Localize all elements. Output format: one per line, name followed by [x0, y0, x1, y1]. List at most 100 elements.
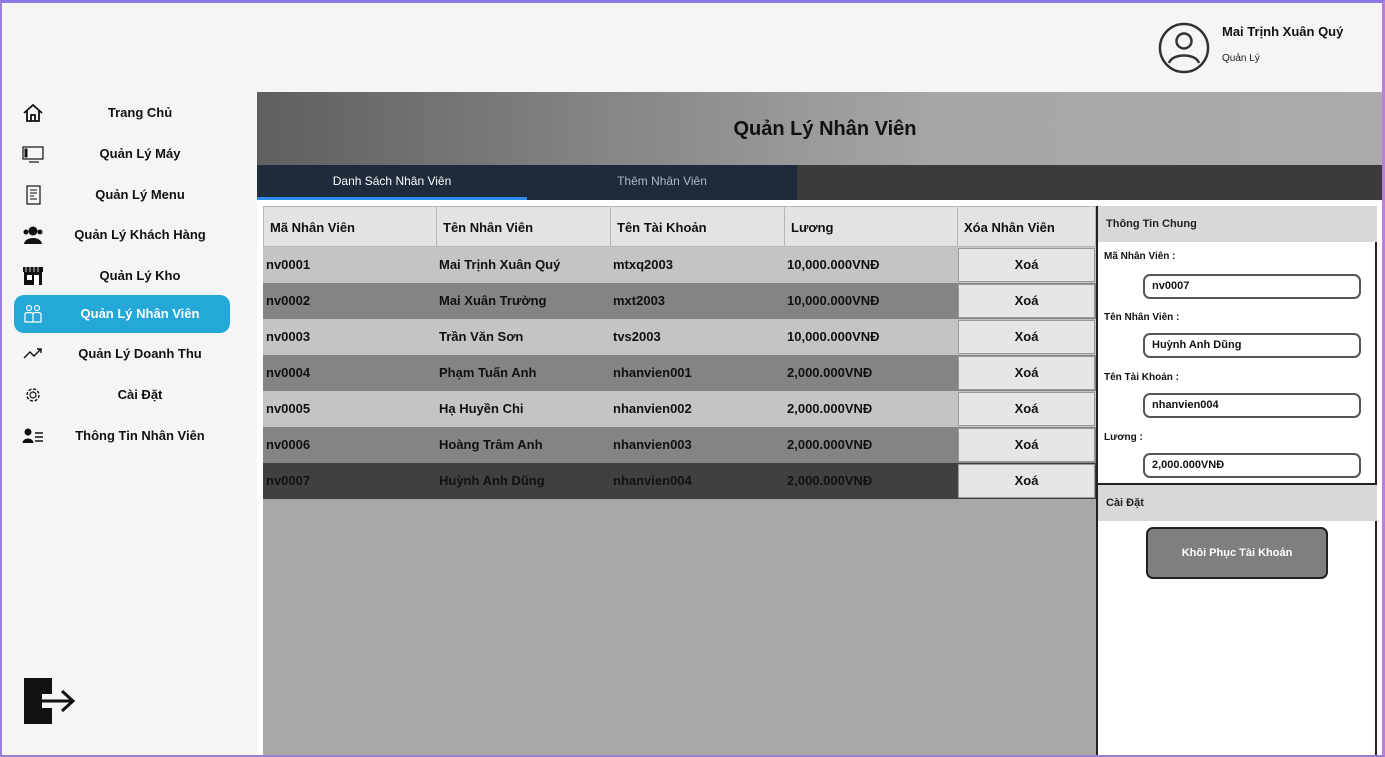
computer-icon — [22, 146, 44, 163]
sidebar-item-machines[interactable]: Quản Lý Máy — [14, 135, 230, 173]
main-content: Quản Lý Nhân Viên Danh Sách Nhân Viên Th… — [257, 92, 1383, 757]
sidebar-item-label: Quản Lý Kho — [99, 268, 181, 283]
delete-button[interactable]: Xoá — [958, 284, 1095, 318]
settings-header: Cài Đặt — [1098, 485, 1377, 521]
store-icon — [23, 267, 43, 285]
cell-account: nhanvien004 — [613, 473, 692, 488]
cell-name: Hạ Huyền Chi — [439, 401, 524, 416]
cell-id: nv0003 — [266, 329, 311, 344]
table-row[interactable]: nv0001 Mai Trịnh Xuân Quý mtxq2003 10,00… — [263, 247, 1096, 283]
cell-name: Mai Xuân Trường — [439, 293, 547, 308]
employee-name-field[interactable]: Huỳnh Anh Dũng — [1143, 333, 1361, 358]
cell-salary: 2,000.000VNĐ — [787, 401, 873, 416]
field-label-account: Tên Tài Khoản : — [1104, 372, 1179, 383]
cell-account: mtxq2003 — [613, 257, 673, 272]
field-label-id: Mã Nhân Viên : — [1104, 251, 1176, 262]
field-label-name: Tên Nhân Viên : — [1104, 312, 1180, 323]
general-info-header: Thông Tin Chung — [1098, 206, 1377, 242]
tab-employee-list[interactable]: Danh Sách Nhân Viên — [257, 165, 527, 200]
sidebar-item-settings[interactable]: Cài Đặt — [14, 376, 230, 414]
sidebar-item-label: Thông Tin Nhân Viên — [75, 428, 205, 443]
table-row[interactable]: nv0002 Mai Xuân Trường mxt2003 10,000.00… — [263, 283, 1096, 319]
cell-salary: 2,000.000VNĐ — [787, 365, 873, 380]
sidebar-item-home[interactable]: Trang Chủ — [14, 94, 230, 132]
cell-name: Hoàng Trâm Anh — [439, 437, 543, 452]
cell-name: Huỳnh Anh Dũng — [439, 473, 545, 488]
column-header[interactable]: Tên Nhân Viên — [437, 207, 611, 248]
cell-id: nv0007 — [266, 473, 311, 488]
cell-id: nv0002 — [266, 293, 311, 308]
user-name: Mai Trịnh Xuân Quý — [1222, 24, 1344, 39]
cell-account: nhanvien002 — [613, 401, 692, 416]
cell-salary: 10,000.000VNĐ — [787, 329, 880, 344]
cell-salary: 2,000.000VNĐ — [787, 473, 873, 488]
info-panel: Thông Tin Chung Mã Nhân Viên : nv0007 Tê… — [1096, 206, 1377, 757]
sidebar-item-label: Trang Chủ — [107, 105, 173, 120]
sidebar-item-revenue[interactable]: Quản Lý Doanh Thu — [14, 335, 230, 373]
cell-account: nhanvien003 — [613, 437, 692, 452]
employee-table: Mã Nhân Viên Tên Nhân Viên Tên Tài Khoản… — [263, 206, 1096, 757]
table-row[interactable]: nv0005 Hạ Huyền Chi nhanvien002 2,000.00… — [263, 391, 1096, 427]
sidebar-item-label: Quản Lý Menu — [95, 187, 185, 202]
salary-field[interactable]: 2,000.000VNĐ — [1143, 453, 1361, 478]
employees-icon — [24, 304, 42, 323]
sidebar-item-label: Quản Lý Doanh Thu — [78, 346, 202, 361]
sidebar-item-label: Cài Đặt — [117, 387, 163, 402]
cell-account: nhanvien001 — [613, 365, 692, 380]
page-title: Quản Lý Nhân Viên — [733, 118, 917, 140]
cell-id: nv0004 — [266, 365, 311, 380]
cell-name: Trần Văn Sơn — [439, 329, 524, 344]
delete-button[interactable]: Xoá — [958, 356, 1095, 390]
cell-account: mxt2003 — [613, 293, 666, 308]
delete-button[interactable]: Xoá — [958, 320, 1095, 354]
employee-id-field[interactable]: nv0007 — [1143, 274, 1361, 299]
table-row[interactable]: nv0003 Trần Văn Sơn tvs2003 10,000.000VN… — [263, 319, 1096, 355]
column-header[interactable]: Mã Nhân Viên — [264, 207, 437, 248]
logout-icon[interactable] — [22, 676, 78, 726]
customers-icon — [23, 226, 43, 244]
user-circle-icon — [1158, 22, 1210, 74]
cell-account: tvs2003 — [613, 329, 661, 344]
cell-id: nv0001 — [266, 257, 311, 272]
home-icon — [23, 103, 43, 122]
user-role: Quản Lý — [1222, 53, 1260, 64]
gear-icon — [26, 388, 40, 402]
delete-button[interactable]: Xoá — [958, 392, 1095, 426]
cell-id: nv0005 — [266, 401, 311, 416]
cell-salary: 10,000.000VNĐ — [787, 293, 880, 308]
column-header[interactable]: Lương — [785, 207, 958, 248]
sidebar-item-employee-info[interactable]: Thông Tin Nhân Viên — [14, 417, 230, 455]
tab-add-employee[interactable]: Thêm Nhân Viên — [527, 165, 797, 200]
cell-name: Phạm Tuấn Anh — [439, 365, 537, 380]
sidebar-item-customers[interactable]: Quản Lý Khách Hàng — [14, 216, 230, 254]
sidebar-item-label: Quản Lý Nhân Viên — [80, 306, 200, 321]
delete-button[interactable]: Xoá — [958, 464, 1095, 498]
sidebar-item-label: Quản Lý Máy — [99, 146, 181, 161]
column-header[interactable]: Xóa Nhân Viên — [958, 207, 1095, 248]
user-info-icon — [22, 428, 43, 443]
delete-button[interactable]: Xoá — [958, 428, 1095, 462]
sidebar-item-warehouse[interactable]: Quản Lý Kho — [14, 257, 230, 295]
restore-account-button[interactable]: Khôi Phục Tài Khoản — [1146, 527, 1328, 579]
trend-up-icon — [23, 348, 42, 359]
page-banner: Quản Lý Nhân Viên — [257, 92, 1383, 165]
table-header: Mã Nhân Viên Tên Nhân Viên Tên Tài Khoản… — [263, 206, 1096, 248]
table-row[interactable]: nv0006 Hoàng Trâm Anh nhanvien003 2,000.… — [263, 427, 1096, 463]
account-name-field[interactable]: nhanvien004 — [1143, 393, 1361, 418]
menu-list-icon — [26, 185, 41, 205]
delete-button[interactable]: Xoá — [958, 248, 1095, 282]
table-row-selected[interactable]: nv0007 Huỳnh Anh Dũng nhanvien004 2,000.… — [263, 463, 1096, 499]
user-profile[interactable]: Mai Trịnh Xuân Quý Quản Lý — [1158, 22, 1378, 78]
table-row[interactable]: nv0004 Phạm Tuấn Anh nhanvien001 2,000.0… — [263, 355, 1096, 391]
cell-salary: 10,000.000VNĐ — [787, 257, 880, 272]
tab-bar: Danh Sách Nhân Viên Thêm Nhân Viên — [257, 165, 1383, 200]
column-header[interactable]: Tên Tài Khoản — [611, 207, 785, 248]
sidebar-item-employees[interactable]: Quản Lý Nhân Viên — [14, 295, 230, 333]
sidebar: Trang Chủ Quản Lý Máy Quản Lý Menu Quản … — [0, 92, 257, 757]
cell-id: nv0006 — [266, 437, 311, 452]
sidebar-item-menu[interactable]: Quản Lý Menu — [14, 176, 230, 214]
cell-name: Mai Trịnh Xuân Quý — [439, 257, 561, 272]
sidebar-item-label: Quản Lý Khách Hàng — [74, 227, 206, 242]
cell-salary: 2,000.000VNĐ — [787, 437, 873, 452]
field-label-salary: Lương : — [1104, 432, 1143, 443]
